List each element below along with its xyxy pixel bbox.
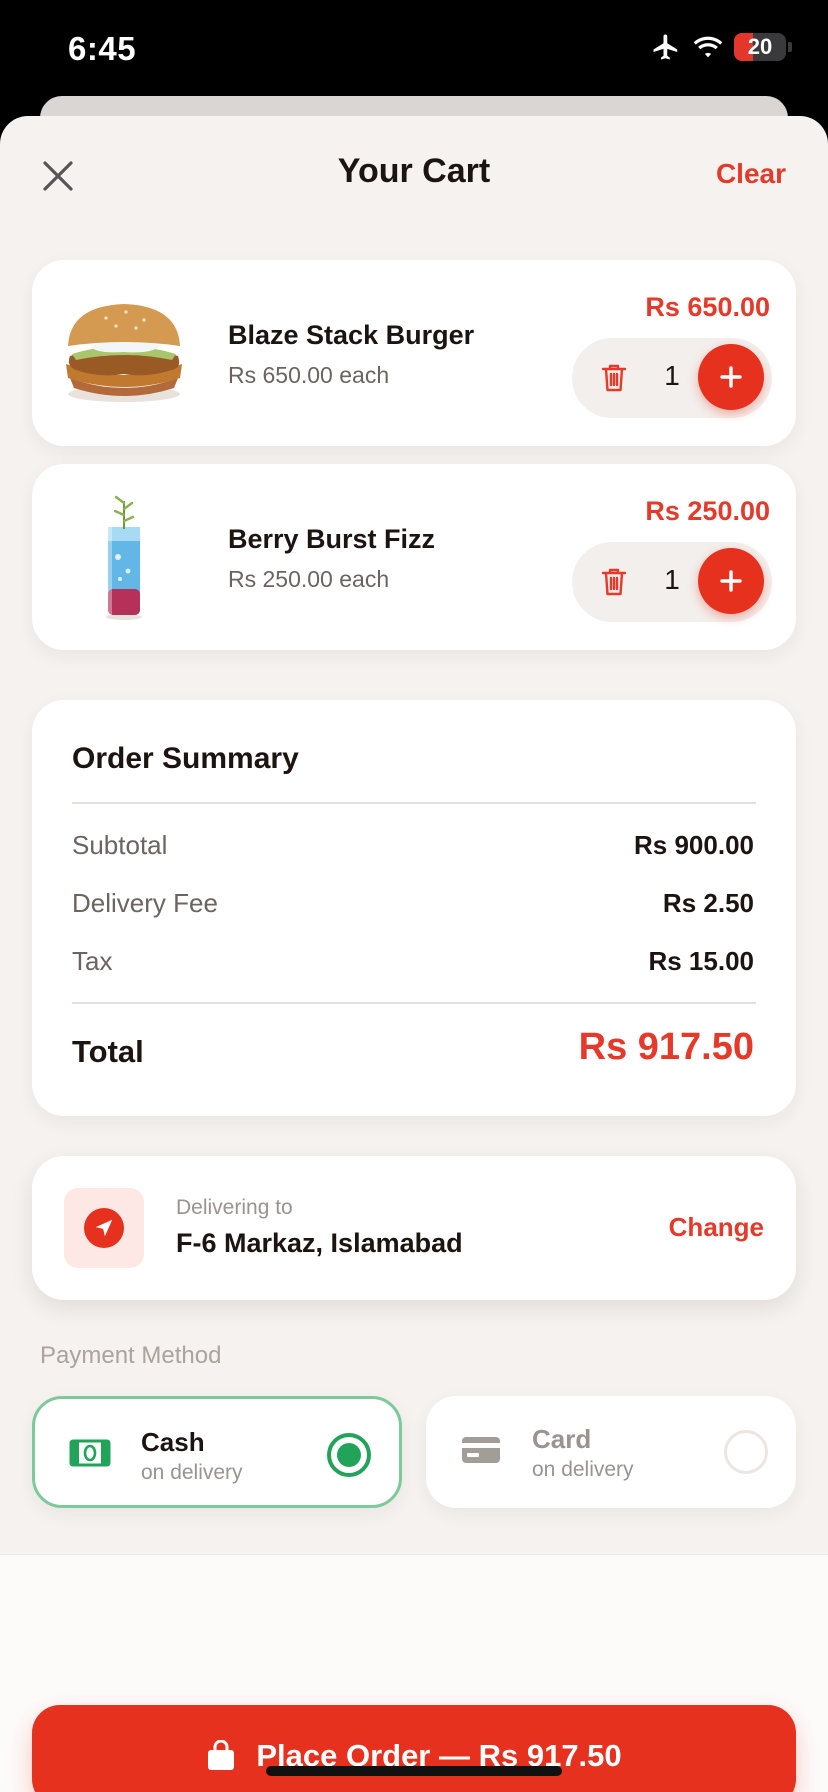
payment-method-label: Payment Method [40, 1342, 222, 1369]
payment-option-name: Card [532, 1424, 592, 1454]
item-total-price: Rs 250.00 [645, 496, 770, 526]
navigation-arrow-icon [95, 1219, 113, 1237]
credit-card-icon [462, 1437, 500, 1463]
order-summary-card: Order Summary Subtotal Rs 900.00 Deliver… [32, 700, 796, 1116]
payment-option-subtitle: on delivery [532, 1458, 634, 1481]
subtotal-label: Subtotal [72, 830, 168, 860]
item-name: Blaze Stack Burger [228, 320, 475, 350]
radio-unselected[interactable] [724, 1430, 768, 1474]
delivering-to-label: Delivering to [176, 1196, 293, 1219]
item-unit-price: Rs 650.00 each [228, 362, 390, 388]
plus-icon [720, 570, 742, 592]
payment-option-subtitle: on delivery [141, 1461, 243, 1484]
payment-option-card[interactable]: Card on delivery [426, 1396, 796, 1508]
trash-icon [601, 568, 627, 596]
increase-quantity-button[interactable] [698, 344, 764, 410]
cash-icon [69, 1439, 111, 1467]
payment-option-name: Cash [141, 1427, 205, 1457]
remove-item-button[interactable] [594, 562, 634, 602]
clear-cart-button[interactable]: Clear [716, 158, 786, 190]
delivery-address-card: Delivering to F-6 Markaz, Islamabad Chan… [32, 1156, 796, 1300]
place-order-button[interactable]: Place Order — Rs 917.50 [32, 1705, 796, 1792]
total-value: Rs 917.50 [578, 1026, 754, 1068]
tax-value: Rs 15.00 [648, 946, 754, 976]
plus-icon [720, 366, 742, 388]
airplane-mode-icon [653, 34, 678, 60]
cart-sheet: Your Cart Clear Blaze Stack Burger Rs 65… [0, 116, 828, 1792]
status-bar: 6:45 20 [0, 0, 828, 100]
status-icons: 20 [650, 32, 792, 62]
radio-selected[interactable] [327, 1433, 371, 1477]
location-icon-container [64, 1188, 144, 1268]
item-unit-price: Rs 250.00 each [228, 566, 390, 592]
remove-item-button[interactable] [594, 358, 634, 398]
divider [72, 1002, 756, 1004]
wifi-icon [693, 36, 723, 58]
cart-item: Berry Burst Fizz Rs 250.00 each Rs 250.0… [32, 464, 796, 650]
item-total-price: Rs 650.00 [645, 292, 770, 322]
increase-quantity-button[interactable] [698, 548, 764, 614]
shopping-bag-icon [208, 1740, 235, 1770]
home-indicator[interactable] [266, 1766, 562, 1776]
checkout-footer: Place Order — Rs 917.50 [0, 1554, 828, 1792]
divider [72, 802, 756, 804]
item-quantity: 1 [664, 564, 680, 595]
payment-option-cash[interactable]: Cash on delivery [32, 1396, 402, 1508]
quantity-stepper: 1 [572, 338, 772, 418]
delivery-fee-value: Rs 2.50 [662, 888, 754, 918]
drink-image [56, 492, 192, 622]
item-name: Berry Burst Fizz [228, 524, 436, 554]
item-quantity: 1 [664, 360, 680, 391]
battery-indicator: 20 [734, 33, 786, 61]
burger-image [56, 288, 192, 418]
status-time: 6:45 [68, 30, 137, 67]
subtotal-value: Rs 900.00 [634, 830, 754, 860]
page-title: Your Cart [337, 152, 491, 190]
delivery-address: F-6 Markaz, Islamabad [176, 1228, 463, 1258]
cart-header: Your Cart Clear [0, 116, 828, 226]
total-label: Total [72, 1034, 144, 1069]
order-summary-title: Order Summary [72, 742, 299, 775]
quantity-stepper: 1 [572, 542, 772, 622]
change-address-button[interactable]: Change [669, 1212, 764, 1243]
tax-label: Tax [72, 946, 113, 976]
cart-item: Blaze Stack Burger Rs 650.00 each Rs 650… [32, 260, 796, 446]
trash-icon [601, 364, 627, 392]
battery-level: 20 [747, 34, 773, 59]
delivery-fee-label: Delivery Fee [72, 888, 218, 918]
